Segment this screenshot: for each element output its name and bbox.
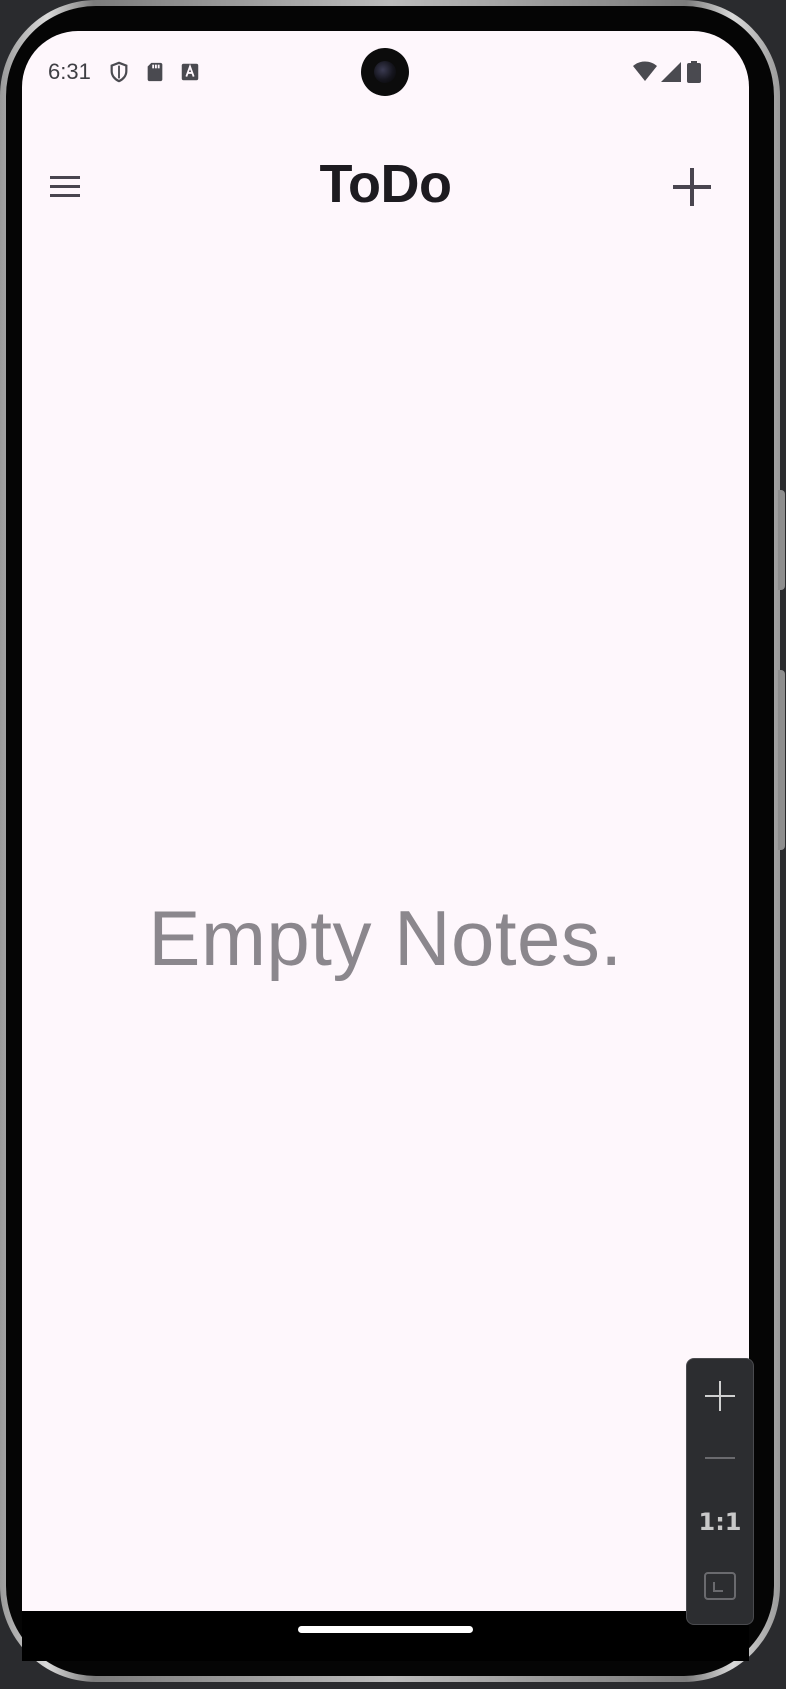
plus-icon <box>673 168 711 206</box>
status-time: 6:31 <box>48 59 91 84</box>
empty-notes-message: Empty Notes. <box>148 894 623 982</box>
text-a-icon <box>179 61 201 83</box>
actual-size-button[interactable]: 1:1 <box>687 1491 753 1553</box>
top-app-bar: ToDo <box>22 131 749 251</box>
actual-size-label: 1:1 <box>698 1508 742 1536</box>
app-title: ToDo <box>319 154 452 214</box>
shield-icon <box>108 61 130 83</box>
sd-card-icon <box>144 61 166 83</box>
app-screen: 6:31 ToDo Empty Notes. <box>22 31 749 1611</box>
volume-button <box>778 670 785 850</box>
status-bar: 6:31 <box>22 31 749 103</box>
fit-screen-button[interactable] <box>687 1555 753 1617</box>
zoom-out-button[interactable] <box>687 1427 753 1489</box>
navigation-bar <box>22 1611 749 1661</box>
wifi-icon <box>632 61 658 83</box>
minus-icon <box>705 1457 735 1459</box>
fit-screen-icon <box>704 1572 736 1600</box>
side-button <box>778 490 785 590</box>
emulator-zoom-panel: 1:1 <box>686 1358 754 1625</box>
battery-icon <box>686 61 702 83</box>
front-camera <box>361 48 409 96</box>
signal-icon <box>660 61 682 83</box>
gesture-handle[interactable] <box>298 1626 473 1633</box>
plus-icon <box>705 1381 735 1411</box>
add-note-button[interactable] <box>668 163 716 211</box>
zoom-in-button[interactable] <box>687 1365 753 1427</box>
